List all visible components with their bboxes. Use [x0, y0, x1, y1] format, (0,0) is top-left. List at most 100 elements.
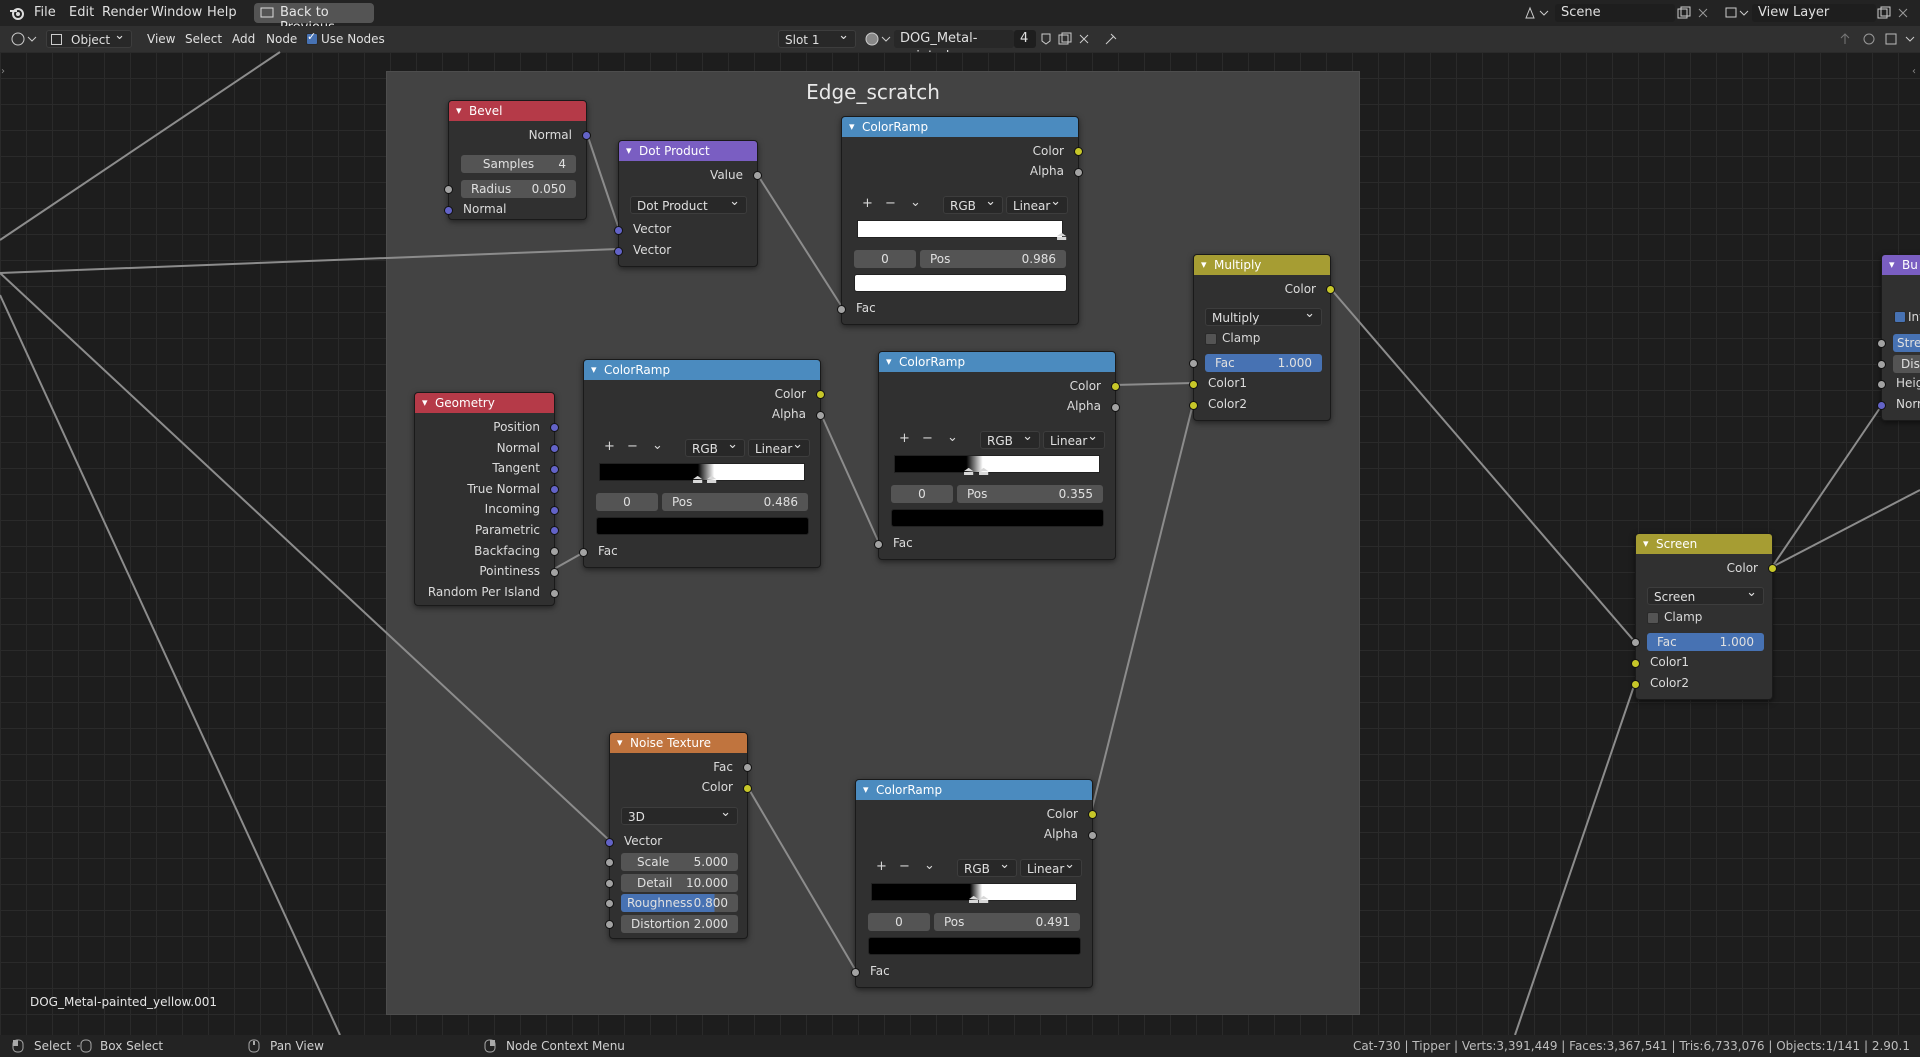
colorramp-node-3[interactable]: ColorRamp Color Alpha + − ⌄ RGB Linear ⏏… — [874, 351, 1120, 560]
ramp2-color-mode-dropdown[interactable]: RGB — [685, 436, 745, 457]
geo-tangent-socket[interactable] — [550, 465, 559, 474]
ramp4-fac-input-socket[interactable] — [851, 968, 860, 977]
bump-invert-checkbox[interactable] — [1894, 311, 1906, 323]
ramp1-color-output-socket[interactable] — [1074, 147, 1083, 156]
screen-fac-field[interactable]: Fac 1.000 — [1647, 633, 1764, 651]
multiply-color-output-socket[interactable] — [1326, 285, 1335, 294]
screen-blend-dropdown[interactable]: Screen — [1647, 584, 1764, 605]
ramp3-remove-stop-icon[interactable]: − — [922, 431, 933, 446]
bevel-radius-field[interactable]: Radius 0.050 — [461, 180, 576, 198]
ramp3-color-swatch[interactable] — [891, 509, 1104, 527]
ramp4-color-mode-dropdown[interactable]: RGB — [957, 856, 1017, 877]
bevel-samples-field[interactable]: Samples 4 — [461, 155, 576, 173]
noise-roughness-input-socket[interactable] — [605, 899, 614, 908]
bevel-normal-output-socket[interactable] — [582, 131, 591, 140]
ramp2-remove-stop-icon[interactable]: − — [627, 439, 638, 454]
geo-random-per-island-socket[interactable] — [550, 589, 559, 598]
multiply-fac-field[interactable]: Fac 1.000 — [1205, 354, 1322, 372]
noise-fac-output-socket[interactable] — [743, 763, 752, 772]
ramp3-color-mode-dropdown[interactable]: RGB — [980, 428, 1040, 449]
noise-detail-input-socket[interactable] — [605, 879, 614, 888]
bump-strength-input-socket[interactable] — [1877, 339, 1886, 348]
ramp2-add-stop-icon[interactable]: + — [604, 439, 615, 454]
multiply-fac-input-socket[interactable] — [1189, 359, 1198, 368]
ramp3-interp-dropdown[interactable]: Linear — [1043, 428, 1105, 449]
bevel-node[interactable]: Bevel Normal Samples 4 Radius 0.050 Normal — [444, 100, 591, 220]
ramp1-interp-dropdown[interactable]: Linear — [1006, 193, 1068, 214]
noise-scale-input-socket[interactable] — [605, 858, 614, 867]
geo-parametric-socket[interactable] — [550, 526, 559, 535]
ramp4-pos-field[interactable]: Pos 0.491 — [934, 913, 1080, 931]
ramp3-gradient-bar[interactable] — [894, 455, 1100, 473]
colorramp-node-2[interactable]: ColorRamp Color Alpha + − ⌄ RGB Linear ⏏… — [579, 359, 825, 568]
ramp4-color-output-socket[interactable] — [1088, 810, 1097, 819]
dot-value-output-socket[interactable] — [753, 171, 762, 180]
multiply-node-header[interactable]: Multiply — [1194, 255, 1330, 275]
ramp3-add-stop-icon[interactable]: + — [899, 431, 910, 446]
colorramp-node-4[interactable]: ColorRamp Color Alpha + − ⌄ RGB Linear ⏏… — [851, 779, 1097, 988]
bump-node-header[interactable]: Bu — [1882, 255, 1920, 275]
ramp3-menu-chevron-icon[interactable]: ⌄ — [947, 430, 958, 445]
noise-scale-field[interactable]: Scale 5.000 — [621, 853, 738, 871]
ramp3-pos-field[interactable]: Pos 0.355 — [957, 485, 1103, 503]
ramp1-stop-marker-icon[interactable]: ⏏ — [1056, 229, 1067, 243]
geo-incoming-socket[interactable] — [550, 506, 559, 515]
ramp3-index-field[interactable]: 0 — [891, 485, 953, 503]
ramp4-stop-marker-2-icon[interactable]: ⏏ — [978, 892, 989, 906]
ramp2-stop-marker-2-icon[interactable]: ⏏ — [706, 472, 717, 486]
geo-backfacing-socket[interactable] — [550, 547, 559, 556]
ramp2-alpha-output-socket[interactable] — [816, 411, 825, 420]
noise-dimensions-dropdown[interactable]: 3D — [621, 804, 738, 825]
geo-normal-socket[interactable] — [550, 444, 559, 453]
geo-true-normal-socket[interactable] — [550, 485, 559, 494]
noise-color-output-socket[interactable] — [743, 784, 752, 793]
geo-position-socket[interactable] — [550, 423, 559, 432]
screen-node[interactable]: Screen Color Screen Clamp Fac 1.000 Color… — [1631, 533, 1777, 700]
geo-pointiness-socket[interactable] — [550, 568, 559, 577]
ramp4-interp-dropdown[interactable]: Linear — [1020, 856, 1082, 877]
noise-roughness-field[interactable]: Roughness 0.800 — [621, 894, 738, 912]
ramp1-pos-field[interactable]: Pos 0.986 — [920, 250, 1066, 268]
ramp1-alpha-output-socket[interactable] — [1074, 168, 1083, 177]
bump-normal-input-socket[interactable] — [1877, 401, 1886, 410]
bevel-radius-input-socket[interactable] — [444, 185, 453, 194]
screen-color1-input-socket[interactable] — [1631, 659, 1640, 668]
ramp2-interp-dropdown[interactable]: Linear — [748, 436, 810, 457]
dot-product-node-header[interactable]: Dot Product — [619, 141, 757, 161]
remove-stop-icon[interactable]: − — [885, 196, 896, 211]
dot-vector1-input-socket[interactable] — [614, 226, 623, 235]
ramp1-color-mode-dropdown[interactable]: RGB — [943, 193, 1003, 214]
multiply-color1-input-socket[interactable] — [1189, 380, 1198, 389]
bevel-node-header[interactable]: Bevel — [449, 101, 586, 121]
ramp4-index-field[interactable]: 0 — [868, 913, 930, 931]
bump-strength-field[interactable]: Stre — [1893, 334, 1920, 352]
screen-color-output-socket[interactable] — [1768, 564, 1777, 573]
ramp3-alpha-output-socket[interactable] — [1111, 403, 1120, 412]
ramp-menu-chevron-icon[interactable]: ⌄ — [910, 195, 921, 210]
multiply-blend-dropdown[interactable]: Multiply — [1205, 305, 1322, 326]
add-stop-icon[interactable]: + — [862, 196, 873, 211]
screen-color2-input-socket[interactable] — [1631, 680, 1640, 689]
colorramp-4-header[interactable]: ColorRamp — [856, 780, 1092, 800]
ramp1-gradient-bar[interactable] — [857, 220, 1063, 238]
bump-height-input-socket[interactable] — [1877, 380, 1886, 389]
ramp2-fac-input-socket[interactable] — [579, 548, 588, 557]
multiply-node[interactable]: Multiply Color Multiply Clamp Fac 1.000 C… — [1189, 254, 1335, 421]
screen-clamp-checkbox[interactable] — [1647, 612, 1659, 624]
noise-distortion-field[interactable]: Distortion 2.000 — [621, 915, 738, 933]
bump-node[interactable]: Bu Inv Stre Dis Heigh Norm — [1877, 254, 1920, 421]
ramp2-color-output-socket[interactable] — [816, 390, 825, 399]
noise-vector-input-socket[interactable] — [605, 838, 614, 847]
multiply-color2-input-socket[interactable] — [1189, 401, 1198, 410]
colorramp-1-header[interactable]: ColorRamp — [842, 117, 1078, 137]
ramp3-color-output-socket[interactable] — [1111, 382, 1120, 391]
ramp2-color-swatch[interactable] — [596, 517, 809, 535]
colorramp-2-header[interactable]: ColorRamp — [584, 360, 820, 380]
ramp2-stop-marker-1-icon[interactable]: ⏏ — [692, 472, 703, 486]
ramp1-color-swatch[interactable] — [854, 274, 1067, 292]
ramp3-stop-marker-2-icon[interactable]: ⏏ — [978, 464, 989, 478]
noise-distortion-input-socket[interactable] — [605, 920, 614, 929]
colorramp-node-1[interactable]: ColorRamp Color Alpha + − ⌄ RGB Linear ⏏… — [837, 116, 1083, 325]
bump-distance-field[interactable]: Dis — [1893, 355, 1920, 373]
geometry-node[interactable]: Geometry Position Normal Tangent True No… — [414, 392, 559, 606]
